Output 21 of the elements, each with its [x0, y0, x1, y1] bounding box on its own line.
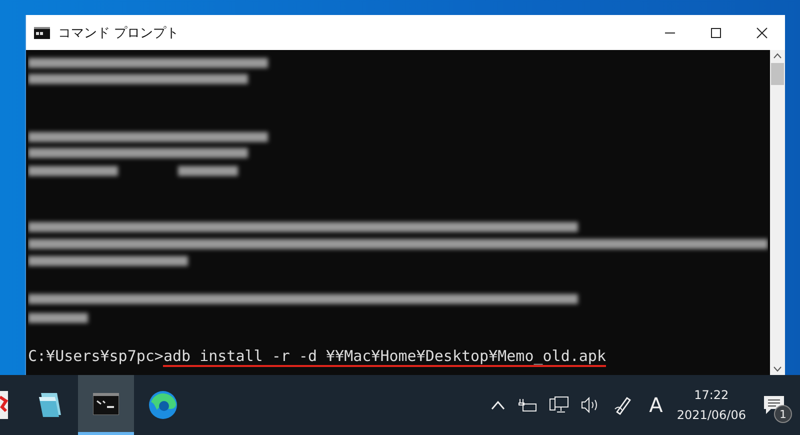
notification-badge: 1 [774, 405, 792, 423]
clock-date: 2021/06/06 [676, 407, 746, 424]
clock[interactable]: 17:22 2021/06/06 [676, 385, 746, 425]
app-icon [0, 391, 8, 419]
terminal-icon [34, 26, 50, 38]
command-text: adb install -r -d ¥¥Mac¥Home¥Desktop¥Memo_old.apk [163, 347, 606, 367]
command-prompt: C:¥Users¥sp7pc> [28, 347, 164, 365]
maximize-icon [710, 26, 722, 38]
pen-icon[interactable] [613, 395, 634, 415]
taskbar-app[interactable] [78, 375, 134, 435]
network-icon[interactable] [549, 396, 570, 414]
window-title: コマンド プロンプト [58, 24, 180, 42]
close-icon [756, 26, 768, 38]
scroll-thumb[interactable] [771, 63, 784, 85]
terminal-icon [93, 392, 119, 414]
clock-time: 17:22 [694, 387, 729, 404]
power-plug-icon[interactable] [517, 398, 538, 412]
input-mode-indicator[interactable]: A [649, 393, 663, 417]
browser-icon [148, 390, 178, 420]
scrollbar[interactable] [770, 50, 785, 375]
chevron-up-icon[interactable] [491, 400, 506, 410]
